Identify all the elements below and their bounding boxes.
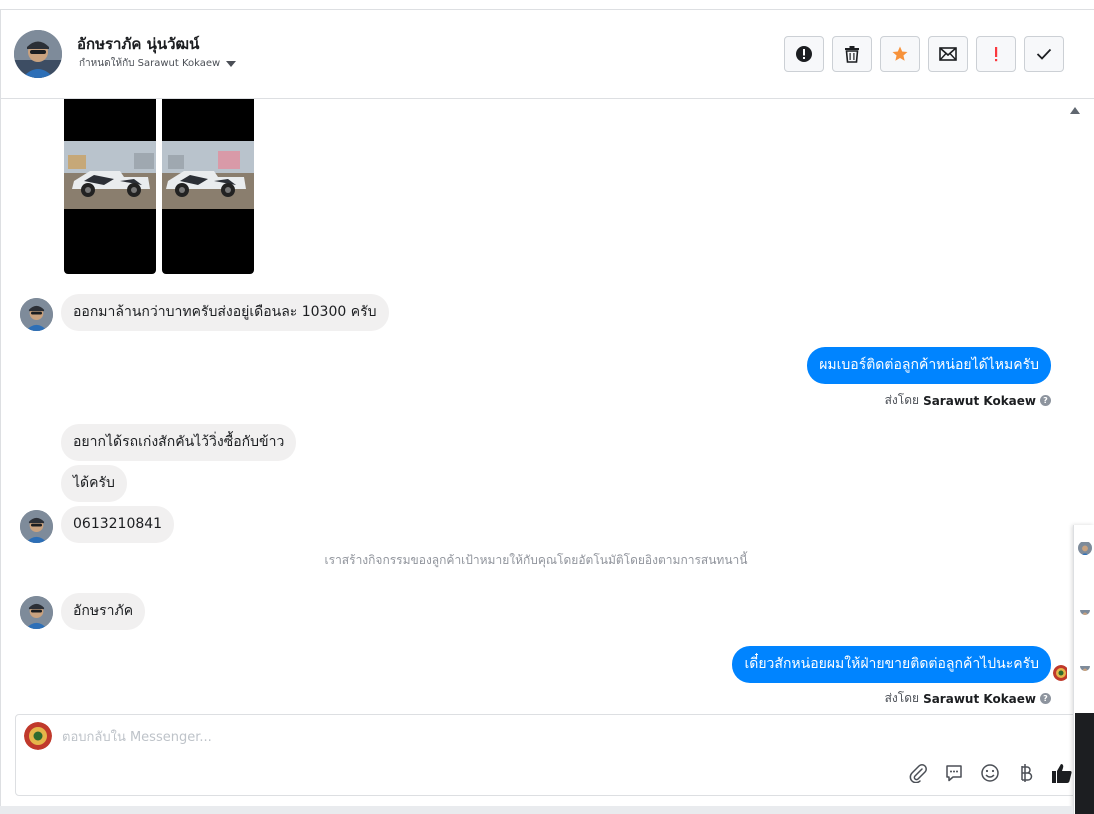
like-button[interactable] bbox=[1050, 761, 1074, 785]
follow-up-button[interactable] bbox=[976, 36, 1016, 72]
assign-dropdown[interactable]: กำหนดให้กับ Sarawut Kokaew bbox=[79, 56, 237, 71]
incoming-message[interactable]: 0613210841 bbox=[61, 506, 175, 543]
contact-avatar-small[interactable] bbox=[20, 298, 53, 331]
help-question-icon[interactable]: ? bbox=[1040, 395, 1051, 406]
star-icon bbox=[892, 46, 908, 61]
report-spam-button[interactable] bbox=[784, 36, 824, 72]
truck-photo-image bbox=[162, 141, 254, 209]
star-button[interactable] bbox=[880, 36, 920, 72]
contact-avatar[interactable] bbox=[14, 30, 62, 78]
chevron-down-icon bbox=[226, 60, 237, 67]
done-check-icon bbox=[1036, 48, 1052, 60]
header-actions bbox=[784, 36, 1064, 72]
incoming-message[interactable]: อยากได้รถเก่งสักคันไว้วิ่งซื้อกับข้าว bbox=[61, 424, 297, 461]
outgoing-message[interactable]: ผมเบอร์ติดต่อลูกค้าหน่อยได้ไหมครับ bbox=[807, 347, 1051, 384]
follow-up-icon bbox=[995, 47, 998, 62]
message-thread[interactable]: ออกมาล้านกว่าบาทครับส่งอยู่เดือนละ 10300… bbox=[1, 99, 1081, 713]
report-spam-icon bbox=[796, 46, 812, 62]
bottom-strip bbox=[0, 806, 1073, 814]
trash-icon bbox=[845, 46, 859, 63]
contact-avatar-small[interactable] bbox=[20, 596, 53, 629]
saved-replies-button[interactable] bbox=[942, 761, 966, 785]
inbox-conversation-panel: อักษราภัค นุ่นวัฒน์ กำหนดให้กับ Sarawut … bbox=[0, 9, 1094, 814]
sent-by-prefix: ส่งโดย bbox=[884, 393, 920, 407]
contact-avatar-small[interactable] bbox=[1078, 541, 1092, 555]
attachment-photo[interactable] bbox=[162, 99, 254, 274]
incoming-message[interactable]: อักษราภัค bbox=[61, 593, 146, 630]
scroll-up-arrow-icon[interactable] bbox=[1070, 107, 1080, 114]
assign-label: กำหนดให้กับ Sarawut Kokaew bbox=[79, 58, 221, 69]
emoji-button[interactable] bbox=[978, 761, 1002, 785]
contact-name: อักษราภัค นุ่นวัฒน์ bbox=[77, 35, 200, 53]
help-question-icon[interactable]: ? bbox=[1040, 693, 1051, 704]
mark-unread-button[interactable] bbox=[928, 36, 968, 72]
contact-avatar-small[interactable] bbox=[20, 510, 53, 543]
contact-avatar-small[interactable] bbox=[1080, 661, 1090, 671]
paperclip-icon bbox=[909, 764, 927, 783]
side-contacts-panel bbox=[1073, 525, 1094, 814]
side-dark-panel bbox=[1075, 713, 1094, 814]
reply-input[interactable] bbox=[62, 726, 862, 748]
sent-by-prefix: ส่งโดย bbox=[884, 691, 920, 705]
baht-icon bbox=[1021, 764, 1033, 782]
incoming-message[interactable]: ออกมาล้านกว่าบาทครับส่งอยู่เดือนละ 10300… bbox=[61, 294, 389, 331]
sent-by-label: ส่งโดย Sarawut Kokaew ? bbox=[885, 689, 1051, 708]
incoming-message[interactable]: ได้ครับ bbox=[61, 465, 127, 502]
mark-unread-icon bbox=[939, 47, 957, 61]
thumbs-up-icon bbox=[1052, 764, 1072, 783]
page-avatar bbox=[24, 722, 52, 750]
composer-tools bbox=[906, 761, 1074, 785]
reply-composer bbox=[15, 714, 1081, 796]
sent-by-name: Sarawut Kokaew bbox=[923, 393, 1036, 408]
attachment-photo[interactable] bbox=[64, 99, 156, 274]
mark-done-button[interactable] bbox=[1024, 36, 1064, 72]
smiley-icon bbox=[981, 764, 999, 782]
sent-by-name: Sarawut Kokaew bbox=[923, 691, 1036, 706]
contact-avatar-small[interactable] bbox=[1080, 605, 1090, 615]
truck-photo-image bbox=[64, 141, 156, 209]
sent-by-label: ส่งโดย Sarawut Kokaew ? bbox=[885, 391, 1051, 410]
system-note: เราสร้างกิจกรรมของลูกค้าเป้าหมายให้กับคุ… bbox=[324, 553, 748, 567]
outgoing-message[interactable]: เดี๋ยวสักหน่อยผมให้ฝ่ายขายติดต่อลูกค้าไป… bbox=[732, 646, 1051, 683]
payment-button[interactable] bbox=[1014, 761, 1038, 785]
delete-button[interactable] bbox=[832, 36, 872, 72]
conversation-header: อักษราภัค นุ่นวัฒน์ กำหนดให้กับ Sarawut … bbox=[1, 10, 1094, 99]
attach-button[interactable] bbox=[906, 761, 930, 785]
speech-bubble-icon bbox=[946, 765, 962, 782]
